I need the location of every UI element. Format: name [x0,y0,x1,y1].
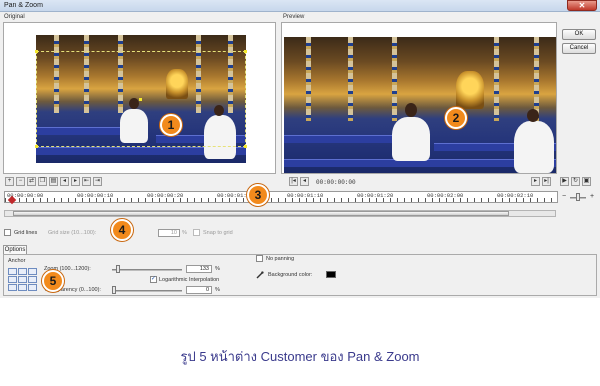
log-interpolation-checkbox[interactable]: ✓ [150,276,157,283]
prev-keyframe-icon[interactable]: ◂ [60,177,69,186]
original-pane-label: Original [4,14,25,20]
selection-handle[interactable] [35,145,38,148]
no-panning-checkbox[interactable] [256,255,263,262]
transparency-slider-thumb[interactable] [112,286,116,294]
next-keyframe-icon[interactable]: ▸ [71,177,80,186]
figure-caption: รูป 5 หน้าต่าง Customer ของ Pan & Zoom [180,349,420,364]
callout-badge: 1 [160,114,182,136]
selection-center-handle[interactable] [139,98,142,101]
paste-keyframe-icon[interactable]: ▤ [49,177,58,186]
anchor-label: Anchor [8,258,26,264]
anchor-top-left[interactable] [8,268,17,275]
timeline-zoom-thumb[interactable] [576,193,580,201]
step-forward-icon[interactable]: ▸ [531,177,540,186]
zoom-slider[interactable] [112,269,182,271]
preview-play-toolbar: ▸ ▸| [531,177,551,188]
preview-timecode: 00:00:00:00 [316,179,356,186]
grid-size-unit: % [182,230,187,236]
eyedropper-icon[interactable] [256,271,264,279]
keyframe-toolbar: + − ⇄ ❐ ▤ ◂ ▸ ⇤ ⇥ [5,177,102,188]
preview-nav-toolbar: |◂ ◂ [289,177,309,188]
callout-badge: 3 [247,184,269,206]
selection-handle[interactable] [35,50,38,53]
selection-handle[interactable] [244,50,247,53]
snap-to-grid-checkbox[interactable] [193,229,200,236]
transparency-unit: % [215,287,220,293]
title-bar: Pan & Zoom ✕ [0,0,600,12]
callout-badge: 5 [42,270,64,292]
go-start-icon[interactable]: |◂ [289,177,298,186]
add-keyframe-icon[interactable]: + [5,177,14,186]
grid-lines-label: Grid lines [14,230,38,236]
anchor-top-center[interactable] [18,268,27,275]
zoom-slider-thumb[interactable] [116,265,120,273]
selection-handle[interactable] [244,145,247,148]
grid-size-input[interactable]: 10 [158,229,180,237]
home-keyframe-icon[interactable]: ⇤ [82,177,91,186]
zoom-unit: % [215,266,220,272]
transparency-input[interactable]: 0 [186,286,212,294]
preview-photo [284,37,556,173]
play-icon[interactable]: ▶ [560,177,569,186]
cancel-button[interactable]: Cancel [562,43,596,54]
anchor-middle-right[interactable] [28,276,37,283]
tab-options[interactable]: Options [3,245,27,254]
background-color-swatch[interactable] [326,271,336,278]
anchor-bottom-left[interactable] [8,284,17,291]
timeline-ruler[interactable]: 00:00:00:00 00:00:00:10 00:00:00:20 00:0… [4,191,558,205]
grid-size-label: Grid size (10...100): [48,230,97,236]
preview-pane-label: Preview [283,14,305,20]
window-title: Pan & Zoom [4,2,43,9]
loop-icon[interactable]: ↻ [571,177,580,186]
callout-badge: 2 [445,107,467,129]
snap-to-grid-label: Snap to grid [203,230,233,236]
log-interpolation-label: Logarithmic Interpolation [159,277,220,283]
fit-icon[interactable]: ▣ [582,177,591,186]
callout-badge: 4 [111,219,133,241]
anchor-center[interactable] [18,276,27,283]
anchor-bottom-center[interactable] [18,284,27,291]
reverse-keyframe-icon[interactable]: ⇄ [27,177,36,186]
copy-keyframe-icon[interactable]: ❐ [38,177,47,186]
anchor-bottom-right[interactable] [28,284,37,291]
scrollbar-thumb[interactable] [13,211,509,216]
original-pane [3,22,276,174]
anchor-grid [8,268,37,291]
step-back-icon[interactable]: ◂ [300,177,309,186]
pan-zoom-dialog: Pan & Zoom ✕ Original Preview OK Cancel … [0,0,600,298]
playback-toolbar: ▶ ↻ ▣ [560,177,591,188]
anchor-top-right[interactable] [28,268,37,275]
remove-keyframe-icon[interactable]: − [16,177,25,186]
ok-button[interactable]: OK [562,29,596,40]
close-button[interactable]: ✕ [567,0,597,11]
go-end-icon[interactable]: ▸| [542,177,551,186]
transparency-slider[interactable] [112,290,182,292]
zoom-out-icon[interactable]: − [562,193,566,200]
zoom-in-icon[interactable]: + [590,193,594,200]
no-panning-label: No panning [266,256,295,262]
end-keyframe-icon[interactable]: ⇥ [93,177,102,186]
timeline-scrollbar[interactable] [4,210,556,217]
preview-pane [281,22,557,174]
grid-lines-checkbox[interactable] [4,229,11,236]
ruler-ticks [5,198,557,202]
anchor-middle-left[interactable] [8,276,17,283]
background-color-label: Background color: [268,272,313,278]
zoom-input[interactable]: 133 [186,265,212,273]
